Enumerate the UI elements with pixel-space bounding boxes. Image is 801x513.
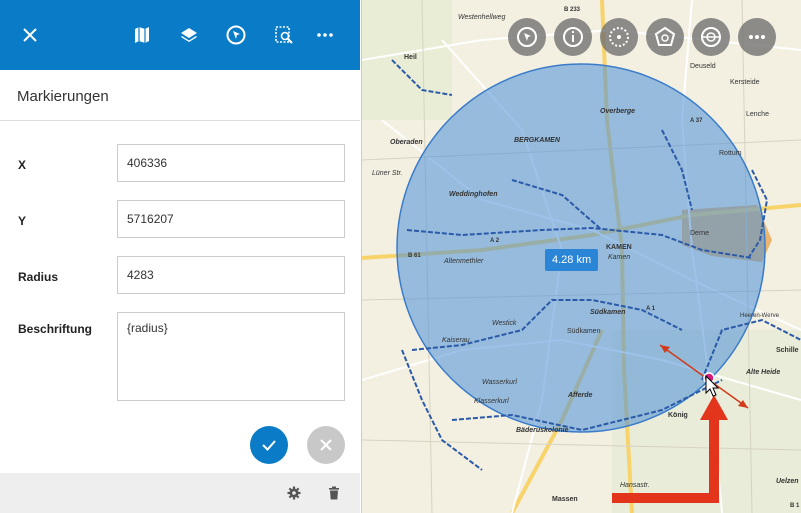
map-label-a37: A 37 (690, 118, 703, 124)
close-icon (23, 28, 37, 42)
search-map-icon (275, 26, 293, 44)
map-label-sudkamen: Südkamen (590, 309, 626, 316)
map-label-b61: B 61 (408, 253, 421, 259)
map-label-massen: Massen (552, 496, 578, 503)
map-label-rottum: Rottum (719, 150, 742, 157)
map-label-deuseld: Deuseld (690, 63, 716, 70)
map-button[interactable] (129, 22, 155, 48)
map-icon (135, 27, 149, 43)
map-label-wasserkurl: Wasserkurl (482, 379, 517, 386)
info-icon (563, 27, 583, 47)
map-label-sudkamen-small: Südkamen (567, 328, 601, 335)
x-input[interactable] (117, 144, 345, 182)
search-map-button[interactable] (271, 22, 297, 48)
polygon-tool-button[interactable] (646, 18, 684, 56)
close-icon (320, 439, 332, 451)
polygon-icon (654, 26, 676, 46)
map-label-altenmethler: Altenmethler (444, 258, 484, 265)
more-icon (317, 33, 333, 37)
map-label-oberaden: Oberaden (390, 139, 423, 146)
divider (0, 120, 360, 121)
markers-panel: Markierungen X Y Radius Beschriftung {ra… (0, 0, 362, 513)
map-label-kamen-small: Kamen (608, 254, 631, 261)
map-label-kersteide: Kersteide (730, 79, 760, 86)
map-label-baderuskolonie: Bäderuskolonie (516, 427, 569, 434)
map-label-weddinghofen: Weddinghofen (449, 191, 498, 198)
close-button[interactable] (17, 22, 43, 48)
measure-tool-button[interactable] (692, 18, 730, 56)
map-label-lunener-str: Lüner Str. (372, 170, 403, 177)
map-view[interactable]: BERGKAMEN Overberge KAMEN Kamen Südkamen… (362, 0, 801, 513)
layers-icon (181, 28, 197, 42)
trash-icon (329, 486, 339, 500)
pointer-icon (517, 27, 537, 47)
check-icon (262, 440, 276, 451)
map-label-uelzen: Uelzen (776, 478, 799, 485)
map-label-a2: A 2 (490, 238, 500, 244)
layers-button[interactable] (176, 22, 202, 48)
map-label-bergkamen: BERGKAMEN (514, 137, 560, 144)
navigate-icon (226, 25, 246, 45)
panel-footer (0, 473, 360, 513)
info-tool-button[interactable] (554, 18, 592, 56)
map-label-b233: B 233 (564, 7, 581, 13)
map-label-alte-heide: Alte Heide (746, 369, 781, 376)
map-label-klasserkurl: Klasserkurl (474, 398, 509, 405)
map-label-konig: König (668, 412, 688, 419)
map-label-a1: A 1 (646, 306, 656, 312)
beschriftung-input[interactable]: {radius} (117, 312, 345, 401)
radius-label: Radius (18, 270, 59, 284)
y-input[interactable] (117, 200, 345, 238)
panel-toolbar (0, 0, 360, 70)
map-label-westick: Westick (492, 320, 517, 327)
map-label-westenhellweg: Westenhellweg (458, 14, 506, 21)
gear-icon (287, 486, 301, 500)
map-label-b1: B 1 (790, 503, 800, 509)
navigate-button[interactable] (223, 22, 249, 48)
map-more-button[interactable] (738, 18, 776, 56)
map-label-hansastr: Hansastr. (620, 482, 650, 489)
y-label: Y (18, 214, 27, 228)
map-label-kamen: KAMEN (606, 244, 632, 251)
distance-label: 4.28 km (545, 249, 599, 271)
map-toolbar (508, 18, 776, 56)
circle-draw-icon (609, 27, 629, 47)
settings-button[interactable] (286, 485, 302, 501)
radius-input[interactable] (117, 256, 345, 294)
panel-title: Markierungen (17, 88, 109, 105)
cancel-button[interactable] (307, 426, 345, 464)
map-label-schille: Schille (776, 347, 799, 354)
map-label-lenche: Lenche (746, 111, 769, 118)
app: BERGKAMEN Overberge KAMEN Kamen Südkamen… (0, 0, 801, 513)
x-label: X (18, 158, 27, 172)
map-label-kaiserau: Kaiserau (442, 337, 470, 344)
circle-draw-tool-button[interactable] (600, 18, 638, 56)
measure-icon (701, 27, 721, 47)
confirm-button[interactable] (250, 426, 288, 464)
map-label-heeren-werve: Heeren-Werve (740, 313, 779, 319)
map-label-derne: Derne (690, 230, 710, 237)
delete-button[interactable] (326, 485, 342, 501)
map-label-overberge: Overberge (600, 108, 636, 115)
more-icon (749, 35, 765, 39)
more-button[interactable] (312, 22, 338, 48)
beschriftung-label: Beschriftung (18, 322, 93, 336)
map-label-afferde: Afferde (568, 392, 593, 399)
map-label-heil: Heil (404, 54, 417, 61)
pointer-tool-button[interactable] (508, 18, 546, 56)
